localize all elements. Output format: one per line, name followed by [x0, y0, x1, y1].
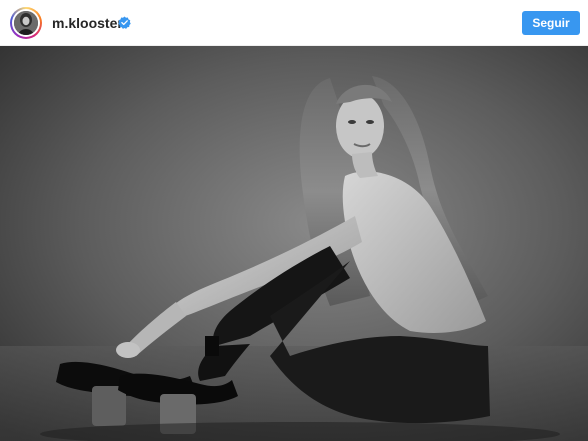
- eye-right: [366, 120, 374, 124]
- heel-left: [92, 386, 126, 426]
- eye-left: [348, 120, 356, 124]
- profile-avatar[interactable]: [10, 7, 42, 39]
- username-link[interactable]: m.klooster: [52, 14, 123, 32]
- instagram-post: m.klooster Seguir: [0, 0, 588, 441]
- face: [336, 94, 384, 158]
- post-photo[interactable]: [0, 46, 588, 441]
- follow-button[interactable]: Seguir: [522, 11, 580, 35]
- post-header: m.klooster Seguir: [0, 0, 588, 46]
- avatar-border: [12, 9, 40, 37]
- avatar-portrait: [14, 11, 38, 35]
- verified-badge-icon: [118, 16, 131, 29]
- ankle-strap: [205, 336, 219, 356]
- hand: [116, 342, 140, 358]
- avatar-image: [14, 11, 38, 35]
- photo-image: [0, 46, 588, 441]
